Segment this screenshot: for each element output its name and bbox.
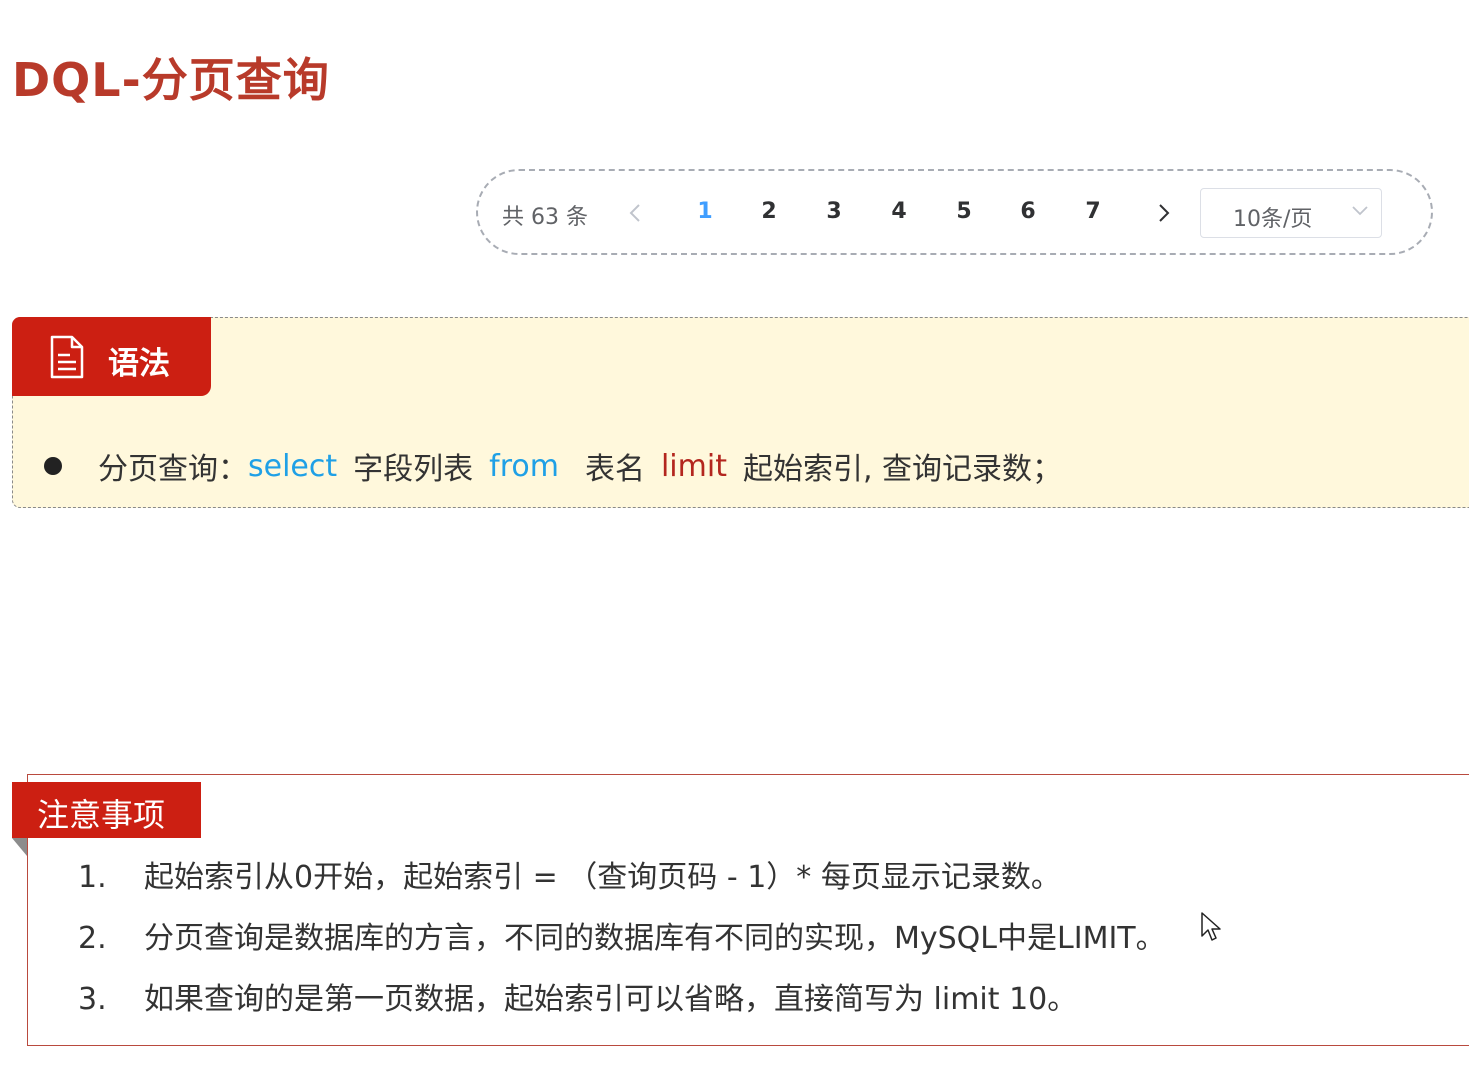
page-number-6[interactable]: 6 (1008, 199, 1048, 224)
chevron-right-icon (1159, 204, 1170, 222)
notes-tab: 注意事项 (12, 782, 201, 838)
syntax-statement: 分页查询： select 字段列表 from 表名 limit 起始索引, 查询… (44, 443, 1062, 489)
note-text: 分页查询是数据库的方言，不同的数据库有不同的实现，MySQL中是LIMIT。 (144, 921, 1166, 956)
page-number-3[interactable]: 3 (814, 199, 854, 224)
note-item-1: 1. 起始索引从0开始，起始索引 = （查询页码 - 1）* 每页显示记录数。 (78, 852, 1061, 896)
page-title: DQL-分页查询 (12, 53, 330, 107)
note-number: 3. (78, 982, 107, 1017)
notes-tab-fold (12, 838, 27, 856)
syntax-tab: 语法 (12, 317, 211, 396)
notes-tab-label: 注意事项 (37, 796, 166, 834)
bullet-icon (44, 457, 62, 475)
prev-page-button[interactable] (620, 195, 650, 231)
chevron-down-icon (1352, 206, 1368, 216)
next-page-button[interactable] (1149, 195, 1179, 231)
syntax-fields: 字段列表 (353, 452, 474, 487)
syntax-prefix: 分页查询： (98, 452, 248, 487)
chevron-left-icon (629, 204, 640, 222)
syntax-rest: 起始索引, 查询记录数； (742, 452, 1063, 487)
syntax-table: 表名 (584, 452, 645, 487)
syntax-tab-label: 语法 (108, 346, 170, 382)
keyword-from: from (489, 448, 559, 484)
page-number-5[interactable]: 5 (944, 199, 984, 224)
document-icon (50, 335, 84, 379)
mouse-cursor-icon (1201, 912, 1221, 941)
pagination: 共 63 条 1 2 3 4 5 6 7 10条/页 (476, 169, 1433, 255)
note-text: 起始索引从0开始，起始索引 = （查询页码 - 1）* 每页显示记录数。 (144, 860, 1061, 895)
keyword-limit: limit (660, 448, 727, 484)
page-number-1[interactable]: 1 (685, 199, 725, 224)
note-number: 1. (78, 860, 107, 895)
page-size-select[interactable]: 10条/页 (1200, 188, 1382, 238)
note-number: 2. (78, 921, 107, 956)
page-size-value: 10条/页 (1233, 207, 1313, 232)
keyword-select: select (248, 448, 338, 484)
page-number-4[interactable]: 4 (879, 199, 919, 224)
slide: DQL-分页查询 共 63 条 1 2 3 4 5 6 7 10条/页 语法 分… (0, 0, 1469, 1080)
note-item-3: 3. 如果查询的是第一页数据，起始索引可以省略，直接简写为 limit 10。 (78, 974, 1077, 1018)
page-number-2[interactable]: 2 (749, 199, 789, 224)
page-number-7[interactable]: 7 (1073, 199, 1113, 224)
note-text: 如果查询的是第一页数据，起始索引可以省略，直接简写为 limit 10。 (144, 982, 1078, 1017)
note-item-2: 2. 分页查询是数据库的方言，不同的数据库有不同的实现，MySQL中是LIMIT。 (78, 913, 1166, 957)
pagination-total: 共 63 条 (502, 205, 588, 230)
